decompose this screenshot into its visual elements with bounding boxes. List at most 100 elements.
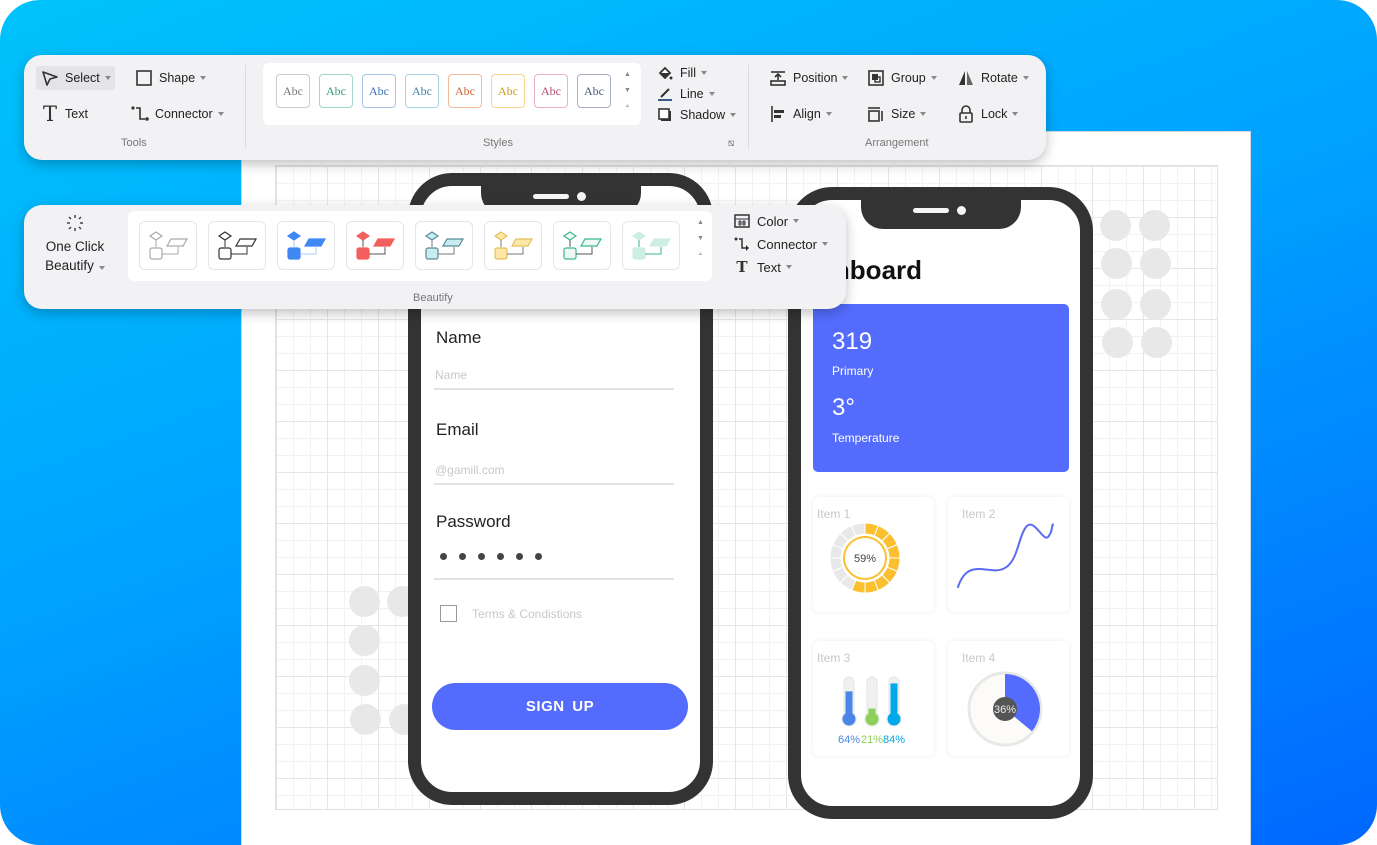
connector-icon [130,104,150,124]
scroll-up-icon[interactable]: ▲ [624,71,631,78]
expand-gallery-icon[interactable]: ⩡ [625,103,629,111]
shadow-button[interactable]: Shadow [651,105,740,125]
name-input[interactable]: Name [434,362,674,390]
beautify-theme-blue[interactable] [277,221,335,270]
beautify-theme-light-cyan[interactable] [415,221,473,270]
beautify-theme-outline-dark[interactable] [208,221,266,270]
align-left-icon [768,104,788,124]
beautify-theme-yellow[interactable] [484,221,542,270]
scroll-down-icon[interactable]: ▼ [697,235,704,242]
select-tool-button[interactable]: Select [36,66,115,90]
primary-label: Primary [832,364,874,378]
connector-label: Connector [155,107,213,121]
beautify-theme-outline-light[interactable] [139,221,197,270]
beautify-theme-mint-soft[interactable] [622,221,680,270]
donut-percent-label: 59% [854,553,876,565]
text-icon: T [42,102,57,126]
beautify-theme-mint-outline[interactable] [553,221,611,270]
one-click-beautify-button[interactable]: One Click Beautify [30,213,120,275]
magic-wand-icon [30,213,120,237]
chevron-down-icon [793,219,800,223]
chevron-down-icon [920,112,927,116]
chevron-down-icon [700,71,707,75]
fill-button[interactable]: Fill [651,63,711,83]
item2-curve [957,523,1054,588]
main-toolbar-ribbon: Select Shape T Text Connector Tools Abc A… [24,55,1046,160]
position-button[interactable]: Position [764,66,852,90]
terms-checkbox[interactable] [440,605,457,622]
style-swatch[interactable]: Abc [534,74,568,108]
text-label: Text [65,107,88,121]
flowchart-thumbnail-icon [631,230,672,260]
email-input[interactable]: @gamill.com [434,457,674,485]
color-grid-icon [732,211,752,231]
lock-label: Lock [981,107,1008,121]
chevron-down-icon [200,76,207,80]
beautify-theme-red[interactable] [346,221,404,270]
connector-tool-button[interactable]: Connector [126,102,228,126]
phone-notch [860,200,1021,229]
password-label: Password [436,512,511,531]
square-icon [134,68,154,88]
scroll-down-icon[interactable]: ▼ [624,87,631,94]
chevron-down-icon [1012,112,1019,116]
rotate-label: Rotate [981,71,1018,85]
beautify-text-button[interactable]: T Text [728,257,796,277]
chevron-down-icon [825,112,832,116]
chevron-down-icon [785,265,792,269]
item2-widget: Item 2 [948,497,1069,612]
pointer-icon [40,68,60,88]
separator [245,65,246,149]
size-icon [866,104,886,124]
text-label: Text [757,259,781,275]
flowchart-thumbnail-icon [355,230,396,260]
style-swatch[interactable]: Abc [276,74,310,108]
arrangement-group-label: Arrangement [865,137,929,149]
style-swatch[interactable]: Abc [362,74,396,108]
style-swatch[interactable]: Abc [491,74,525,108]
scroll-up-icon[interactable]: ▲ [697,219,704,226]
style-swatch[interactable]: Abc [577,74,611,108]
styles-group-label: Styles [483,137,513,149]
lock-button[interactable]: Lock [952,102,1022,126]
item4-widget: Item 4 36% [948,641,1069,756]
signup-button[interactable]: SIGN UP [432,683,688,730]
beautify-ribbon: One Click Beautify ▲ ▼ ⩡ Color Connector… [24,205,846,309]
one-click-label-line2: Beautify [45,258,94,273]
align-button[interactable]: Align [764,102,836,126]
rotate-button[interactable]: Rotate [952,66,1033,90]
beautify-color-button[interactable]: Color [728,211,803,231]
pen-line-icon [655,84,675,104]
shape-tool-button[interactable]: Shape [130,66,210,90]
styles-gallery-scroll[interactable]: ▲ ▼ ⩡ [624,71,631,111]
size-label: Size [891,107,916,121]
style-swatch[interactable]: Abc [405,74,439,108]
size-button[interactable]: Size [862,102,930,126]
password-underline [434,552,674,580]
position-icon [768,68,788,88]
group-button[interactable]: Group [862,66,941,90]
item1-donut-chart: 59% [829,522,901,594]
style-swatch[interactable]: Abc [448,74,482,108]
flowchart-thumbnail-icon [286,230,327,260]
shape-label: Shape [159,71,196,85]
flowchart-thumbnail-icon [562,230,603,260]
text-tool-button[interactable]: T Text [36,102,92,126]
pie-percent-label: 36% [994,704,1016,716]
temperature-label: Temperature [832,431,900,445]
style-swatch[interactable]: Abc [319,74,353,108]
beautify-connector-button[interactable]: Connector [728,234,832,254]
text-icon: T [736,258,748,276]
separator [748,65,749,149]
line-button[interactable]: Line [651,84,719,104]
fill-label: Fill [680,66,696,80]
expand-gallery-icon[interactable]: ⩡ [698,251,702,259]
temperature-value: 3° [832,394,855,421]
beautify-gallery-scroll[interactable]: ▲ ▼ ⩡ [697,219,704,259]
chevron-down-icon [104,76,111,80]
primary-value: 319 [832,328,873,355]
item3-widget: Item 3 64% 21% 84% [813,641,934,756]
one-click-label-line1: One Click [45,239,105,254]
align-label: Align [793,107,821,121]
styles-dialog-launcher-icon[interactable]: ⧅ [724,137,738,151]
